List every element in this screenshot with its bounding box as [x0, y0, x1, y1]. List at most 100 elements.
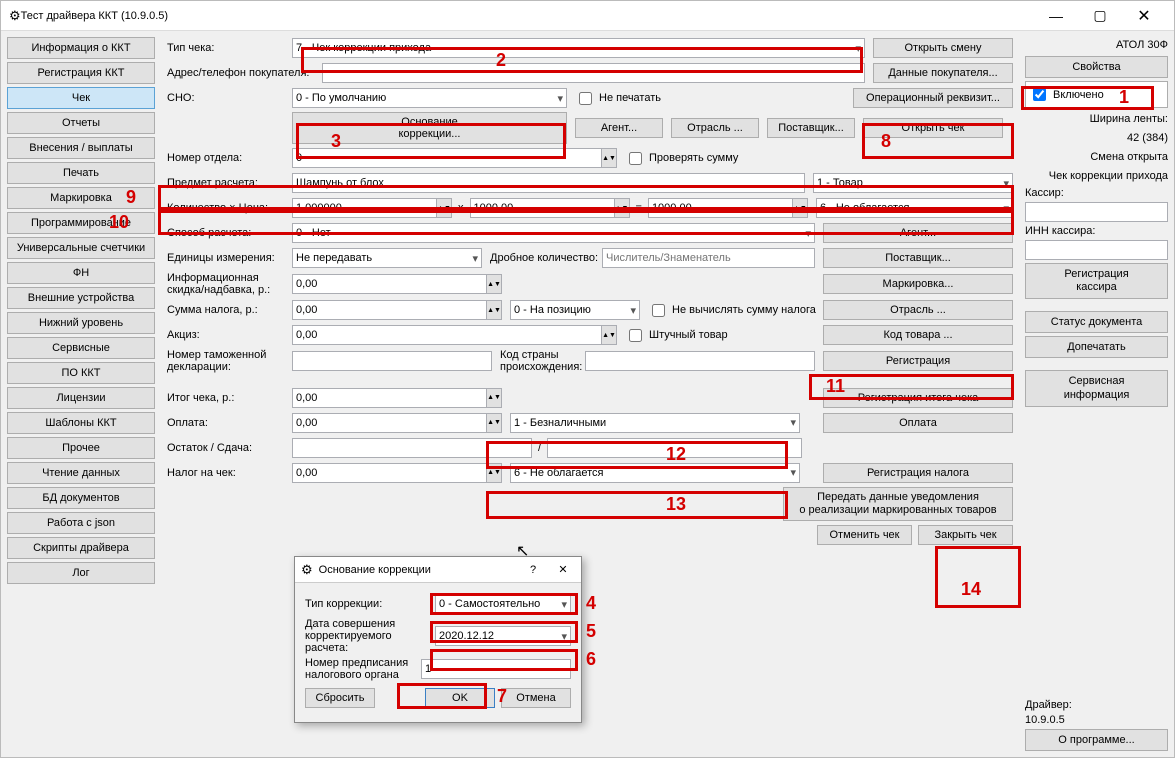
nav-vneshnie[interactable]: Внешние устройства	[7, 287, 155, 309]
annotation-num-9: 9	[126, 187, 136, 208]
annotation-num-4: 4	[586, 593, 596, 614]
app-icon	[9, 8, 21, 24]
cursor-icon: ↖	[516, 541, 529, 561]
price-input[interactable]: ▲▼	[470, 198, 630, 218]
nav-fn[interactable]: ФН	[7, 262, 155, 284]
check-sum-checkbox[interactable]: Проверять сумму	[625, 149, 738, 168]
oplata-button[interactable]: Оплата	[823, 413, 1013, 433]
nav-log[interactable]: Лог	[7, 562, 155, 584]
nav-nizhniy[interactable]: Нижний уровень	[7, 312, 155, 334]
agent-button[interactable]: Агент...	[575, 118, 663, 138]
nav-registraciya-kkt[interactable]: Регистрация ККТ	[7, 62, 155, 84]
units-label: Единицы измерения:	[167, 252, 292, 264]
nav-licenzii[interactable]: Лицензии	[7, 387, 155, 409]
nalog-input[interactable]: ▲▼	[292, 300, 502, 320]
postavshik2-button[interactable]: Поставщик...	[823, 248, 1013, 268]
ostatok-input[interactable]	[292, 438, 532, 458]
predmet-input[interactable]	[292, 173, 805, 193]
akciz-input[interactable]: ▲▼	[292, 325, 617, 345]
nav-shablony[interactable]: Шаблоны ККТ	[7, 412, 155, 434]
sum-input[interactable]: ▲▼	[648, 198, 808, 218]
maximize-button[interactable]: ▢	[1078, 2, 1122, 30]
sno-select[interactable]: 0 - По умолчанию	[292, 88, 567, 108]
reg-itoga-button[interactable]: Регистрация итога чека	[823, 388, 1013, 408]
itog-input[interactable]: ▲▼	[292, 388, 502, 408]
oper-rekvizit-button[interactable]: Операционный реквизит...	[853, 88, 1013, 108]
vklyucheno-checkbox[interactable]: Включено	[1025, 81, 1168, 108]
status-doc-button[interactable]: Статус документа	[1025, 311, 1168, 333]
servis-info-button[interactable]: Сервисная информация	[1025, 370, 1168, 406]
nav-pechat[interactable]: Печать	[7, 162, 155, 184]
reg-kassira-button[interactable]: Регистрация кассира	[1025, 263, 1168, 299]
addr-input[interactable]	[322, 63, 865, 83]
registraciya-button[interactable]: Регистрация	[823, 351, 1013, 371]
dlg-sbrosit-button[interactable]: Сбросить	[305, 688, 375, 708]
nav-bd-dokumentov[interactable]: БД документов	[7, 487, 155, 509]
dlg-tip-select[interactable]: 0 - Самостоятельно	[435, 594, 571, 614]
drob-input[interactable]	[602, 248, 815, 268]
tamo-input[interactable]	[292, 351, 492, 371]
annotation-num-10: 10	[109, 212, 129, 233]
dlg-ok-button[interactable]: OK	[425, 688, 495, 708]
kod-tovara-button[interactable]: Код товара ...	[823, 325, 1013, 345]
ne-vychisl-checkbox[interactable]: Не вычислять сумму налога	[648, 301, 816, 320]
help-button[interactable]: ?	[521, 564, 545, 576]
o-programme-button[interactable]: О программе...	[1025, 729, 1168, 751]
close-button[interactable]: ✕	[1122, 2, 1166, 30]
otrasl-button[interactable]: Отрасль ...	[671, 118, 759, 138]
otmenit-chek-button[interactable]: Отменить чек	[817, 525, 912, 545]
nav-servisnye[interactable]: Сервисные	[7, 337, 155, 359]
kod-strany-input[interactable]	[585, 351, 815, 371]
nav-vneseniya[interactable]: Внесения / выплаты	[7, 137, 155, 159]
nav-prochee[interactable]: Прочее	[7, 437, 155, 459]
nav-json[interactable]: Работа с json	[7, 512, 155, 534]
oplata-input[interactable]: ▲▼	[292, 413, 502, 433]
dialog-close-button[interactable]: ✕	[551, 563, 575, 576]
dlg-date-select[interactable]: 2020.12.12	[435, 626, 571, 646]
nalog-chek-input[interactable]: ▲▼	[292, 463, 502, 483]
shtuchnyy-checkbox[interactable]: Штучный товар	[625, 326, 728, 345]
minimize-button[interactable]: —	[1034, 2, 1078, 30]
annotation-num-8: 8	[881, 131, 891, 152]
postavshik-button[interactable]: Поставщик...	[767, 118, 855, 138]
dlg-otmena-button[interactable]: Отмена	[501, 688, 571, 708]
nds-select[interactable]: 6 - Не облагается	[816, 198, 1013, 218]
markirovka-button[interactable]: Маркировка...	[823, 274, 1013, 294]
buyer-data-button[interactable]: Данные покупателя...	[873, 63, 1013, 83]
dopechatat-button[interactable]: Допечатать	[1025, 336, 1168, 358]
nav-po-kkt[interactable]: ПО ККТ	[7, 362, 155, 384]
nalog-pos-select[interactable]: 0 - На позицию	[510, 300, 640, 320]
nav-programmirovanie[interactable]: Программирование	[7, 212, 155, 234]
nav-schetchiki[interactable]: Универсальные счетчики	[7, 237, 155, 259]
driver-label: Драйвер:	[1025, 699, 1168, 711]
dlg-nomer-input[interactable]	[421, 659, 571, 679]
reg-naloga-button[interactable]: Регистрация налога	[823, 463, 1013, 483]
shirina-label: Ширина ленты:	[1025, 111, 1168, 127]
annotation-num-3: 3	[331, 131, 341, 152]
titlebar: Тест драйвера ККТ (10.9.0.5) — ▢ ✕	[1, 1, 1174, 31]
nav-otchety[interactable]: Отчеты	[7, 112, 155, 134]
units-select[interactable]: Не передавать	[292, 248, 482, 268]
open-shift-button[interactable]: Открыть смену	[873, 38, 1013, 58]
inn-input[interactable]	[1025, 240, 1168, 260]
skidka-input[interactable]: ▲▼	[292, 274, 502, 294]
sposob-select[interactable]: 0 - Нет	[292, 223, 815, 243]
nav-chek[interactable]: Чек	[7, 87, 155, 109]
kassir-input[interactable]	[1025, 202, 1168, 222]
oplata-type-select[interactable]: 1 - Безналичными	[510, 413, 800, 433]
svoystva-button[interactable]: Свойства	[1025, 56, 1168, 78]
qty-input[interactable]: ▲▼	[292, 198, 452, 218]
nav-info-kkt[interactable]: Информация о ККТ	[7, 37, 155, 59]
zakryt-chek-button[interactable]: Закрыть чек	[918, 525, 1013, 545]
nomer-otdela-label: Номер отдела:	[167, 152, 292, 164]
annotation-num-2: 2	[496, 50, 506, 71]
ne-pechatat-checkbox[interactable]: Не печатать	[575, 89, 661, 108]
agent2-button[interactable]: Агент...	[823, 223, 1013, 243]
otrasl2-button[interactable]: Отрасль ...	[823, 300, 1013, 320]
tip-cheka-select[interactable]: 7 - Чек коррекции прихода	[292, 38, 865, 58]
nav-skripty[interactable]: Скрипты драйвера	[7, 537, 155, 559]
peredat-button[interactable]: Передать данные уведомления о реализации…	[783, 487, 1013, 521]
nav-chtenie[interactable]: Чтение данных	[7, 462, 155, 484]
nalog-chek-type-select[interactable]: 6 - Не облагается	[510, 463, 800, 483]
predmet-type-select[interactable]: 1 - Товар	[813, 173, 1013, 193]
